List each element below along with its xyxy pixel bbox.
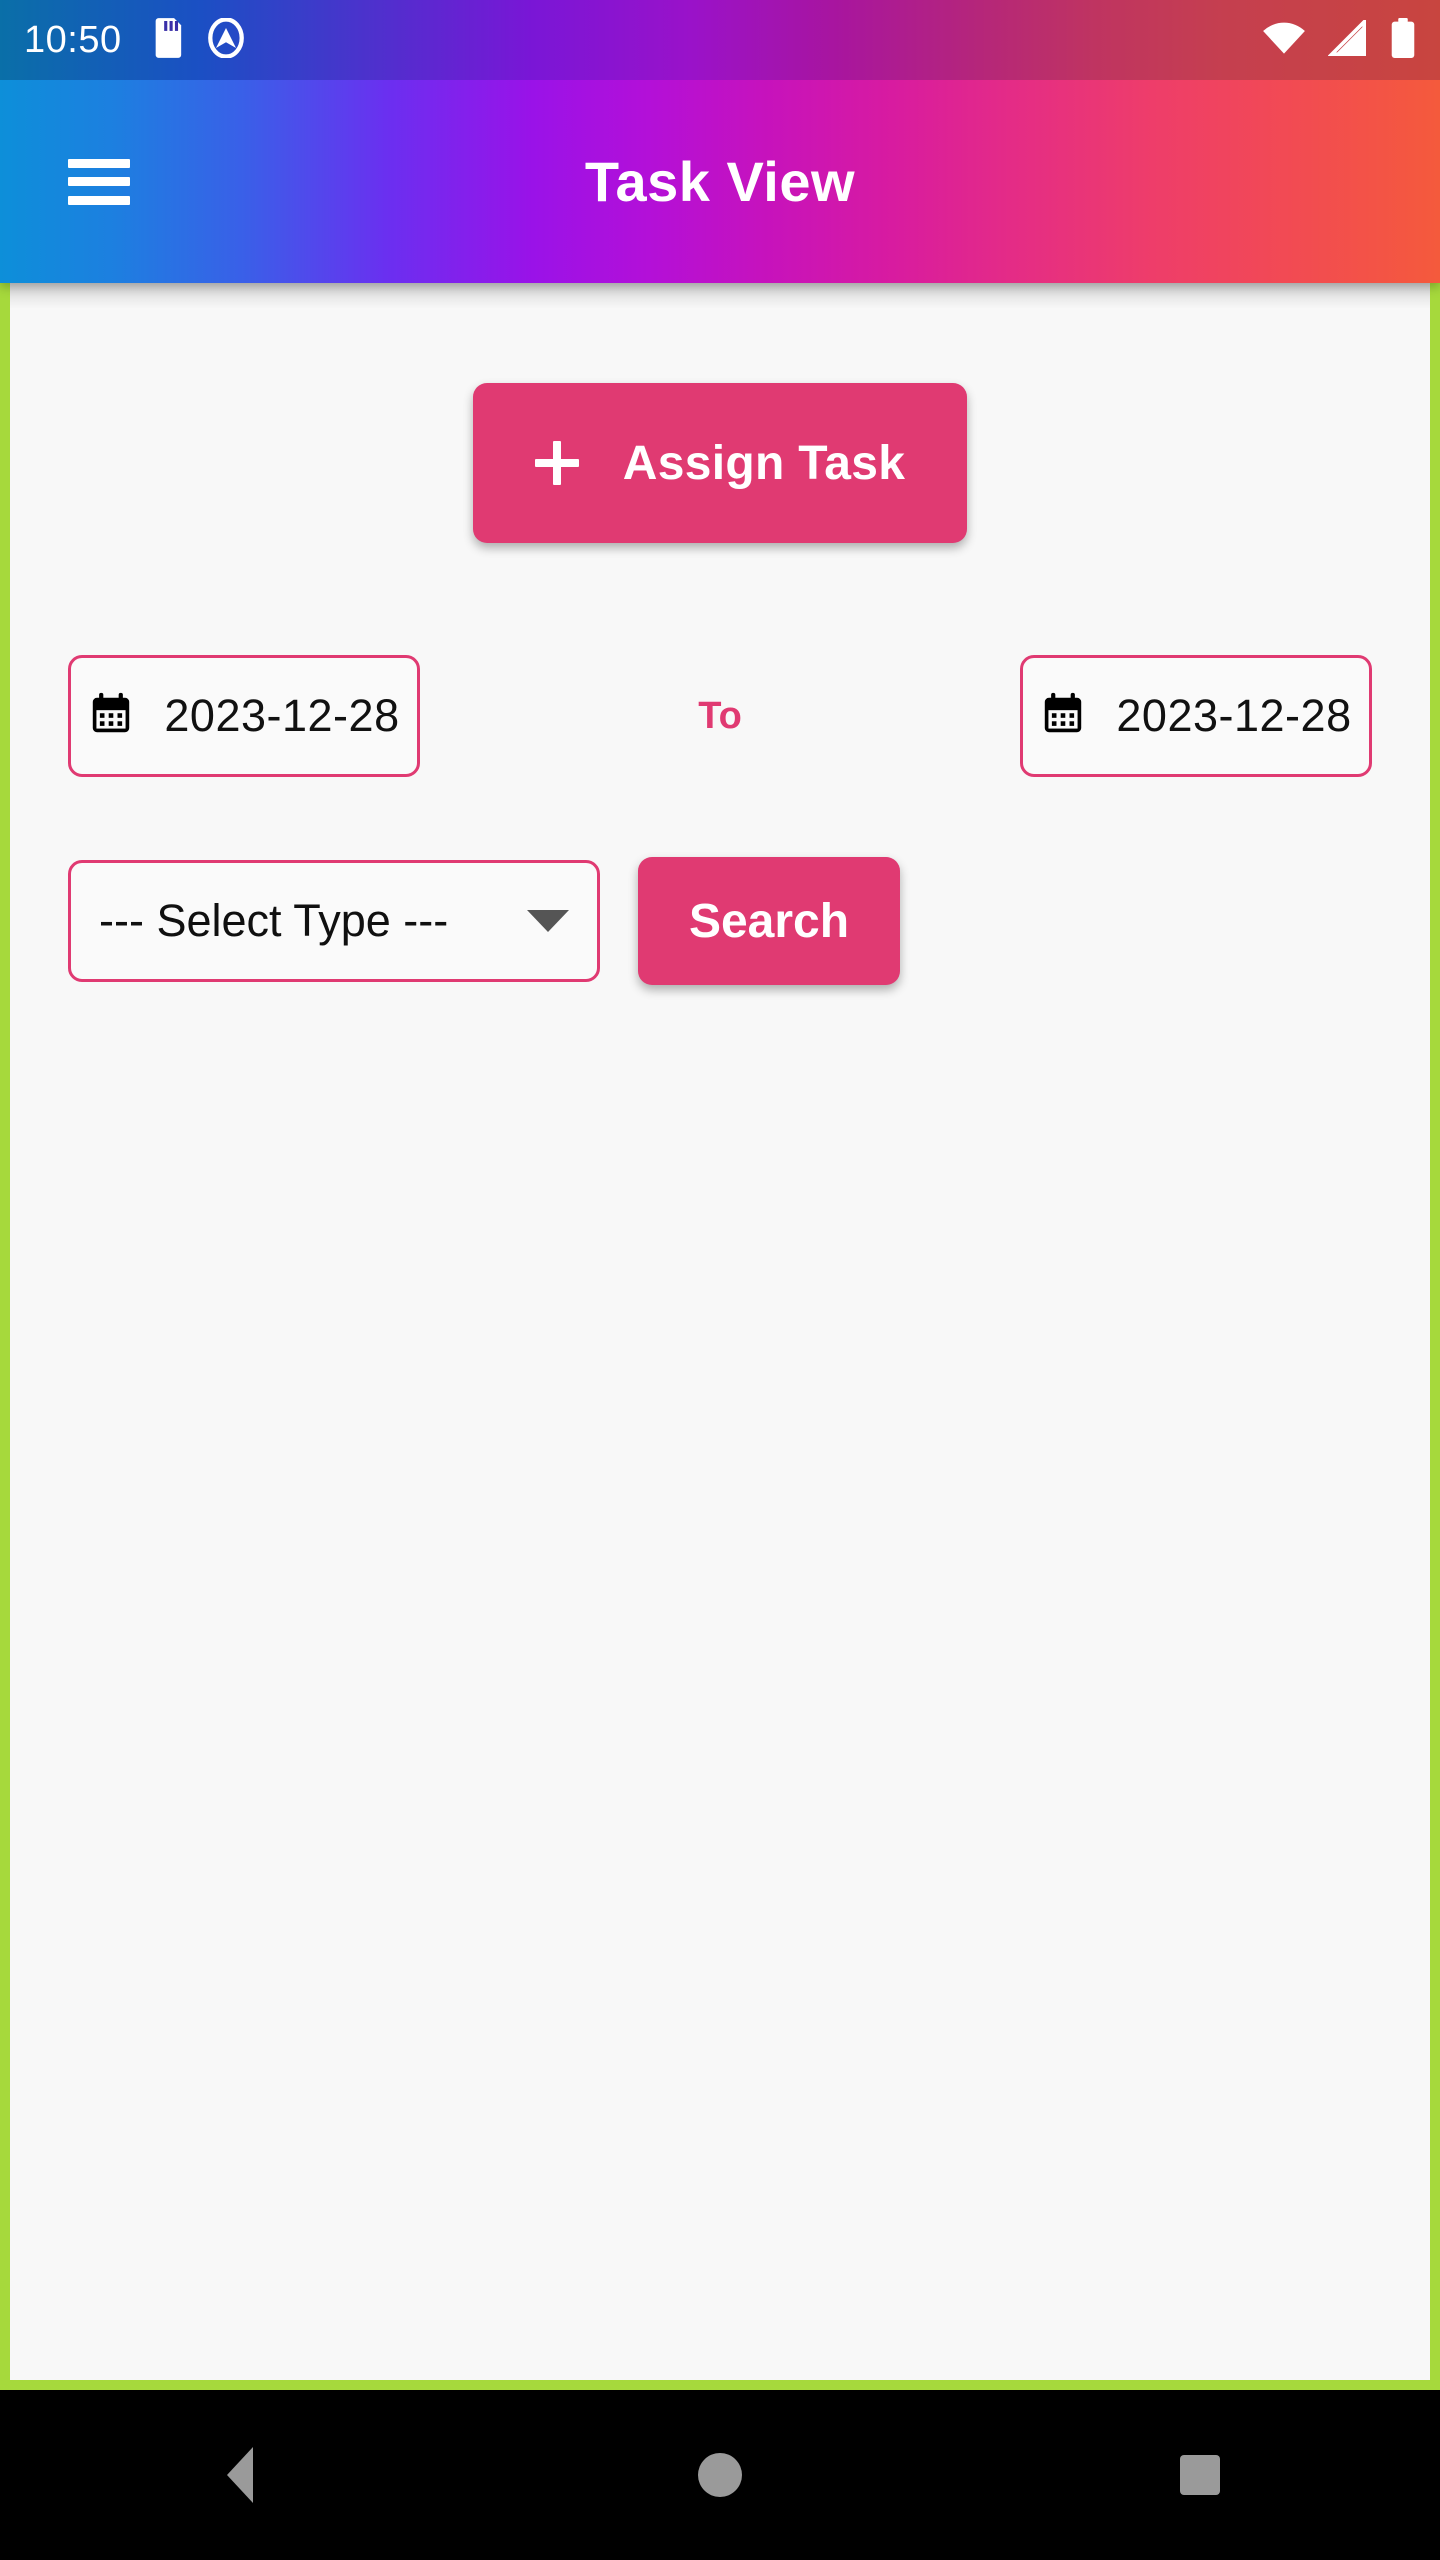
content-frame: Assign Task 2023-12-28 To 2023-12-28 ---…	[0, 283, 1440, 2390]
date-range-row: 2023-12-28 To 2023-12-28	[10, 655, 1430, 777]
calendar-icon	[88, 691, 134, 742]
nav-back-button[interactable]	[140, 2390, 340, 2560]
type-select-value: --- Select Type ---	[99, 895, 449, 946]
date-from-value: 2023-12-28	[164, 690, 400, 741]
assign-task-row: Assign Task	[10, 283, 1430, 543]
assign-task-button[interactable]: Assign Task	[472, 383, 968, 543]
nav-recents-button[interactable]	[1100, 2390, 1300, 2560]
page-title: Task View	[584, 150, 856, 213]
search-button[interactable]: Search	[638, 857, 900, 985]
status-bar-notification-icons	[150, 16, 246, 63]
date-range-separator: To	[698, 694, 742, 737]
content-area: Assign Task 2023-12-28 To 2023-12-28 ---…	[10, 283, 1430, 2380]
status-bar-system-icons	[1262, 16, 1416, 63]
app-bar: Task View	[0, 80, 1440, 283]
assign-task-label: Assign Task	[622, 436, 906, 490]
filter-row: --- Select Type --- Search	[10, 857, 1430, 985]
android-navigation-bar	[0, 2390, 1440, 2560]
home-icon	[698, 2453, 742, 2497]
plus-icon	[534, 441, 579, 485]
wifi-icon	[1262, 21, 1306, 60]
hamburger-menu-icon[interactable]	[68, 158, 130, 205]
hamburger-line	[68, 158, 130, 168]
nav-home-button[interactable]	[620, 2390, 820, 2560]
back-icon	[227, 2447, 253, 2503]
recents-icon	[1180, 2455, 1220, 2495]
date-to-value: 2023-12-28	[1116, 690, 1352, 741]
phone-screen: 10:50 Task View Assign Task 2023-12-28 T…	[0, 0, 1440, 2560]
chevron-down-icon	[527, 910, 569, 932]
hamburger-line	[68, 177, 130, 186]
type-select[interactable]: --- Select Type ---	[68, 860, 600, 982]
battery-icon	[1390, 17, 1416, 63]
cellular-signal-off-icon	[1327, 16, 1368, 61]
status-bar-clock: 10:50	[24, 18, 122, 61]
date-from-field[interactable]: 2023-12-28	[68, 655, 420, 777]
date-to-field[interactable]: 2023-12-28	[1020, 655, 1372, 777]
calendar-icon	[1040, 691, 1086, 742]
status-bar: 10:50	[0, 0, 1440, 80]
app-notification-icon	[206, 16, 246, 63]
hamburger-line	[68, 195, 130, 205]
sd-card-icon	[150, 17, 184, 63]
